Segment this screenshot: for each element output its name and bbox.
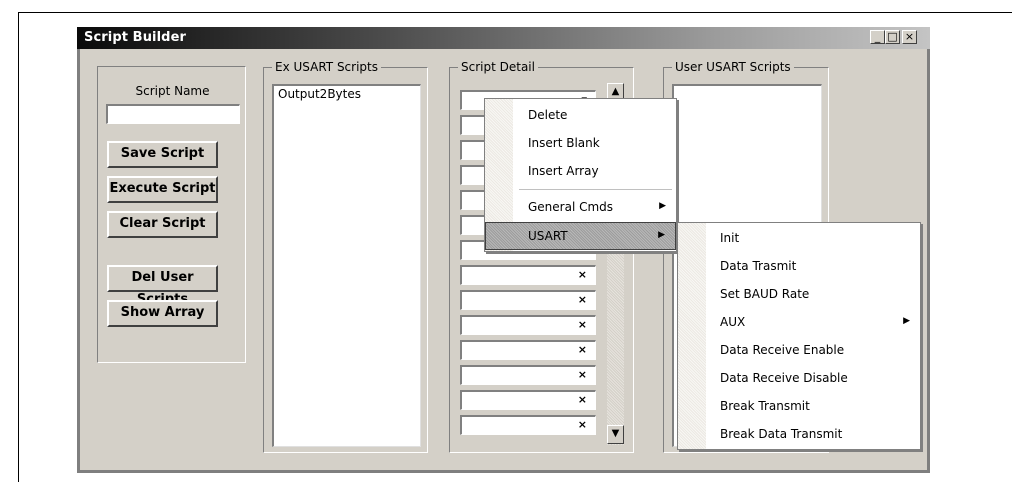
execute-script-button[interactable]: Execute Script — [107, 176, 218, 203]
menu-item-label: Init — [720, 231, 740, 245]
page-border-top — [18, 12, 1012, 13]
scroll-down-button[interactable]: ▼ — [607, 425, 624, 444]
del-user-scripts-button[interactable]: Del User Scripts — [107, 265, 218, 307]
menu-item-label: Data Trasmit — [720, 259, 797, 273]
list-item[interactable]: Output2Bytes — [274, 86, 420, 102]
script-controls-panel: Script Name Save Script Execute Script C… — [97, 66, 246, 363]
save-script-button[interactable]: Save Script — [107, 141, 218, 168]
script-detail-row[interactable]: × — [460, 415, 596, 435]
submenu-arrow-icon: ▶ — [658, 230, 665, 240]
minimize-button[interactable]: _ — [870, 30, 885, 44]
clear-script-button[interactable]: Clear Script — [107, 211, 218, 238]
script-detail-row[interactable]: × — [460, 365, 596, 385]
menu-item-usart[interactable]: USART ▶ — [485, 222, 676, 250]
menu-item-general-cmds[interactable]: General Cmds ▶ — [485, 194, 676, 222]
menu-item-set-baud-rate[interactable]: Set BAUD Rate — [678, 281, 920, 309]
menu-item-label: Delete — [528, 108, 568, 122]
menu-item-init[interactable]: Init — [678, 225, 920, 253]
arrow-up-icon: ▲ — [611, 86, 620, 97]
menu-item-label: Break Data Transmit — [720, 427, 843, 441]
menu-item-label: Insert Array — [528, 164, 599, 178]
menu-item-label: Data Receive Disable — [720, 371, 848, 385]
script-detail-row[interactable]: × — [460, 340, 596, 360]
ex-usart-scripts-group: Ex USART Scripts Output2Bytes — [263, 60, 428, 453]
ex-usart-scripts-label: Ex USART Scripts — [272, 60, 381, 74]
submenu-arrow-icon: ▶ — [903, 316, 910, 326]
close-button[interactable]: × — [902, 30, 917, 44]
title-bar[interactable]: Script Builder _ □ × — [77, 27, 930, 49]
remove-row-icon[interactable]: × — [578, 418, 587, 431]
menu-item-label: AUX — [720, 315, 746, 329]
menu-item-insert-blank[interactable]: Insert Blank — [485, 130, 676, 158]
script-detail-row[interactable]: × — [460, 290, 596, 310]
arrow-down-icon: ▼ — [611, 428, 620, 439]
remove-row-icon[interactable]: × — [578, 318, 587, 331]
menu-item-data-trasmit[interactable]: Data Trasmit — [678, 253, 920, 281]
window-title: Script Builder — [84, 30, 186, 45]
remove-row-icon[interactable]: × — [578, 393, 587, 406]
script-detail-row[interactable]: × — [460, 390, 596, 410]
maximize-button[interactable]: □ — [885, 30, 900, 44]
menu-item-break-data-transmit[interactable]: Break Data Transmit — [678, 421, 920, 449]
show-array-button[interactable]: Show Array — [107, 300, 218, 327]
menu-item-label: Data Receive Enable — [720, 343, 845, 357]
user-usart-scripts-label: User USART Scripts — [672, 60, 794, 74]
menu-item-insert-array[interactable]: Insert Array — [485, 158, 676, 186]
script-name-input[interactable] — [106, 104, 240, 124]
script-detail-label: Script Detail — [458, 60, 538, 74]
menu-item-break-transmit[interactable]: Break Transmit — [678, 393, 920, 421]
script-name-label: Script Name — [135, 84, 210, 98]
remove-row-icon[interactable]: × — [578, 293, 587, 306]
menu-item-label: Set BAUD Rate — [720, 287, 810, 301]
remove-row-icon[interactable]: × — [578, 268, 587, 281]
usart-submenu: Init Data Trasmit Set BAUD Rate AUX ▶ Dat… — [677, 222, 921, 450]
menu-item-aux[interactable]: AUX ▶ — [678, 309, 920, 337]
page-border-left — [18, 12, 19, 482]
close-icon: × — [904, 30, 915, 43]
menu-separator — [519, 189, 672, 190]
maximize-icon: □ — [887, 30, 898, 43]
submenu-arrow-icon: ▶ — [659, 201, 666, 211]
ex-usart-scripts-list[interactable]: Output2Bytes — [272, 84, 421, 447]
menu-item-label: Break Transmit — [720, 399, 810, 413]
menu-item-data-receive-disable[interactable]: Data Receive Disable — [678, 365, 920, 393]
script-detail-row[interactable]: × — [460, 265, 596, 285]
menu-item-label: Insert Blank — [528, 136, 600, 150]
menu-item-data-receive-enable[interactable]: Data Receive Enable — [678, 337, 920, 365]
context-menu: Delete Insert Blank Insert Array General… — [484, 98, 677, 252]
menu-item-label: General Cmds — [528, 200, 614, 214]
minimize-icon: _ — [874, 30, 881, 43]
remove-row-icon[interactable]: × — [578, 343, 587, 356]
menu-item-delete[interactable]: Delete — [485, 102, 676, 130]
menu-item-label: USART — [528, 229, 568, 243]
remove-row-icon[interactable]: × — [578, 368, 587, 381]
script-detail-row[interactable]: × — [460, 315, 596, 335]
